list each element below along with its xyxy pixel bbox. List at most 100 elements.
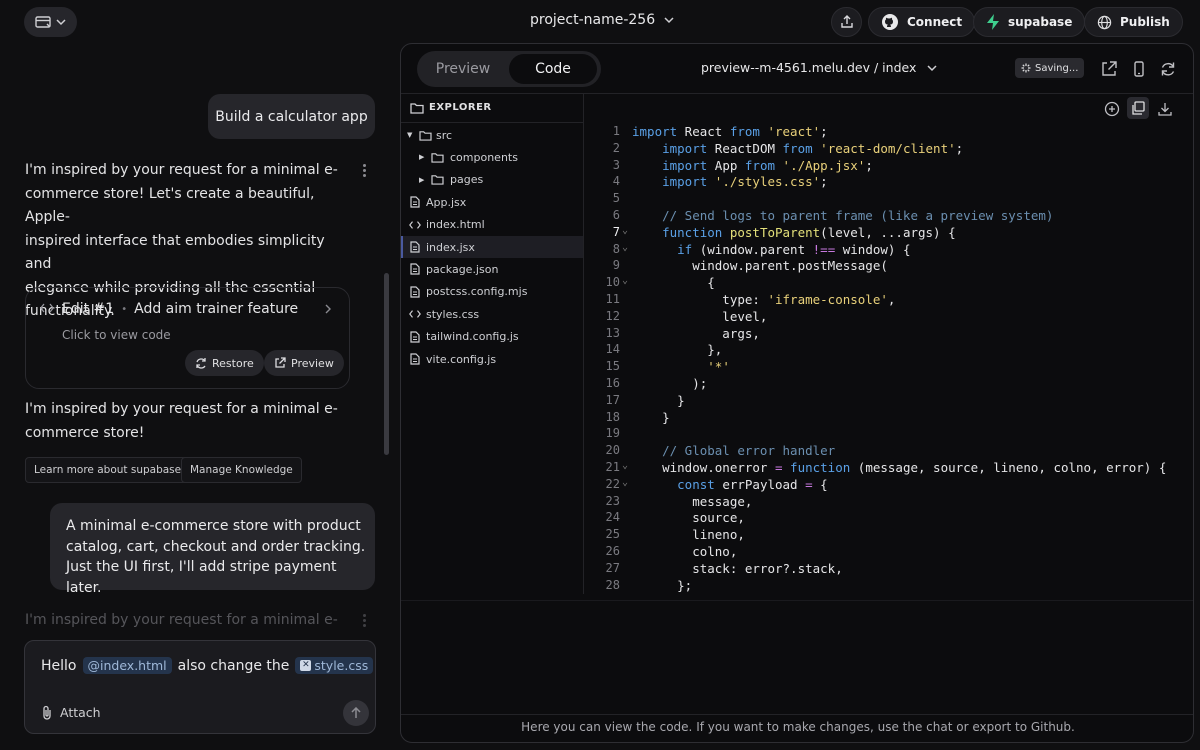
supabase-bolt-icon bbox=[987, 14, 999, 30]
assistant-line: commerce store! bbox=[25, 424, 145, 441]
fold-chevron-icon[interactable]: ⌄ bbox=[620, 225, 632, 242]
code-line: 5 bbox=[584, 191, 632, 208]
file-tree-item[interactable]: index.html bbox=[401, 214, 583, 236]
project-selector[interactable]: project-name-256 bbox=[530, 12, 675, 28]
publish-button[interactable]: Publish bbox=[1084, 7, 1183, 37]
code-area-bottom bbox=[401, 600, 1193, 601]
tab-code[interactable]: Code bbox=[509, 54, 597, 84]
refresh-icon[interactable] bbox=[1160, 61, 1176, 77]
connect-github-button[interactable]: Connect bbox=[868, 7, 976, 37]
caret-right-icon: ▶ bbox=[419, 175, 425, 184]
code-editor[interactable]: 1 import React from 'react'; 2 import Reac… bbox=[584, 124, 1193, 595]
app-logo-icon bbox=[34, 16, 51, 28]
chip-label: Learn more about supabase bbox=[34, 464, 182, 476]
code-text: const errPayload = { bbox=[677, 476, 828, 492]
assistant-line: I'm inspired by your request for a minim… bbox=[25, 401, 338, 417]
user-message-text: Build a calculator app bbox=[215, 108, 368, 125]
file-tree-item[interactable]: postcss.config.mjs bbox=[401, 281, 583, 303]
file-tree-item[interactable]: ▼ src bbox=[401, 124, 583, 146]
fold-gutter bbox=[620, 527, 632, 544]
file-mention-tag[interactable]: ✕ style.css bbox=[295, 657, 374, 674]
send-button[interactable] bbox=[343, 700, 369, 726]
project-name: project-name-256 bbox=[530, 12, 656, 28]
copy-button[interactable] bbox=[1127, 97, 1149, 119]
chat-scrollbar[interactable] bbox=[384, 273, 389, 455]
file-icon bbox=[410, 330, 420, 343]
code-line: 21 ⌄ window.onerror = function (message, … bbox=[584, 460, 1167, 477]
fold-chevron-icon[interactable]: ⌄ bbox=[620, 242, 632, 259]
message-options-icon[interactable] bbox=[363, 614, 367, 627]
fold-gutter bbox=[620, 141, 632, 158]
mobile-view-icon[interactable] bbox=[1131, 61, 1147, 77]
code-text: args, bbox=[632, 325, 760, 341]
file-tree-item[interactable]: index.jsx bbox=[401, 236, 583, 258]
code-text: '*' bbox=[707, 359, 730, 375]
manage-knowledge-chip[interactable]: Manage Knowledge bbox=[181, 457, 302, 483]
message-options-icon[interactable] bbox=[363, 164, 367, 177]
folder-icon bbox=[410, 103, 424, 114]
code-text: source, bbox=[632, 510, 745, 526]
edit-card[interactable]: Edit #1 • Add aim trainer feature Click … bbox=[25, 287, 350, 389]
code-line: 9 window.parent.postMessage( bbox=[584, 258, 888, 275]
fold-gutter bbox=[620, 359, 632, 376]
supabase-button[interactable]: supabase bbox=[973, 7, 1086, 37]
code-line: 12 level, bbox=[584, 309, 768, 326]
file-tree-item[interactable]: ▶ components bbox=[401, 146, 583, 168]
preview-button[interactable]: Preview bbox=[264, 350, 344, 376]
share-button[interactable] bbox=[831, 7, 862, 37]
tab-label: Preview bbox=[435, 61, 491, 77]
file-tree-item[interactable]: vite.config.js bbox=[401, 348, 583, 370]
fold-chevron-icon[interactable]: ⌄ bbox=[620, 477, 632, 494]
close-icon[interactable]: ✕ bbox=[300, 660, 312, 671]
file-tree-item[interactable]: tailwind.config.js bbox=[401, 326, 583, 348]
file-tree-item[interactable]: styles.css bbox=[401, 303, 583, 325]
file-tree-item[interactable]: App.jsx bbox=[401, 191, 583, 213]
composer-text: also change the bbox=[177, 657, 290, 674]
line-number: 13 bbox=[605, 325, 620, 340]
code-text: } bbox=[632, 392, 685, 408]
file-name: src bbox=[436, 128, 453, 142]
file-name: tailwind.config.js bbox=[426, 330, 519, 344]
mention-tag[interactable]: @index.html bbox=[82, 657, 172, 674]
code-line: 27 stack: error?.stack, bbox=[584, 561, 843, 578]
line-number: 21 bbox=[605, 460, 620, 474]
tab-label: Code bbox=[535, 61, 571, 77]
file-name: styles.css bbox=[426, 307, 480, 321]
learn-supabase-chip[interactable]: Learn more about supabase bbox=[25, 457, 191, 483]
file-name: postcss.config.mjs bbox=[426, 285, 528, 299]
fold-gutter bbox=[620, 561, 632, 578]
line-number: 7 bbox=[612, 224, 620, 239]
file-tree-item[interactable]: ▶ pages bbox=[401, 169, 583, 191]
footer-divider bbox=[401, 714, 1193, 715]
globe-icon bbox=[1097, 15, 1112, 29]
line-number: 5 bbox=[612, 191, 620, 206]
fold-chevron-icon[interactable]: ⌄ bbox=[620, 460, 632, 477]
chat-panel: Build a calculator app I'm inspired by y… bbox=[0, 44, 392, 750]
code-text: // Send logs to parent frame (like a pre… bbox=[632, 208, 1054, 223]
route-selector[interactable]: preview--m-4561.melu.dev / index bbox=[701, 60, 938, 75]
code-icon bbox=[40, 303, 54, 313]
file-name: vite.config.js bbox=[426, 352, 497, 366]
code-line: 7 ⌄ function postToParent(level, ...args)… bbox=[584, 225, 956, 242]
tab-preview[interactable]: Preview bbox=[420, 54, 506, 84]
workspace-menu-button[interactable] bbox=[24, 7, 77, 37]
line-number: 11 bbox=[605, 292, 620, 306]
code-line: 3 import App from './App.jsx'; bbox=[584, 158, 873, 175]
download-icon[interactable] bbox=[1157, 101, 1173, 117]
composer-input[interactable]: Hello @index.html also change the ✕ styl… bbox=[41, 657, 374, 674]
code-text: import ReactDOM from 'react-dom/client'; bbox=[662, 140, 964, 156]
restore-button[interactable]: Restore bbox=[185, 350, 264, 376]
arrow-up-icon bbox=[351, 707, 361, 718]
line-number: 8 bbox=[612, 241, 620, 256]
fold-chevron-icon[interactable]: ⌄ bbox=[620, 275, 632, 292]
chat-composer[interactable]: Hello @index.html also change the ✕ styl… bbox=[24, 640, 376, 734]
supabase-label: supabase bbox=[1008, 15, 1073, 29]
line-number: 16 bbox=[605, 376, 620, 390]
fold-gutter bbox=[620, 578, 632, 595]
open-in-new-tab-icon[interactable] bbox=[1101, 61, 1117, 77]
attach-button[interactable]: Attach bbox=[41, 705, 101, 720]
code-line: 11 type: 'iframe-console', bbox=[584, 292, 896, 309]
file-tree-item[interactable]: package.json bbox=[401, 258, 583, 280]
add-file-icon[interactable] bbox=[1104, 101, 1120, 117]
saving-label: Saving... bbox=[1035, 62, 1079, 74]
